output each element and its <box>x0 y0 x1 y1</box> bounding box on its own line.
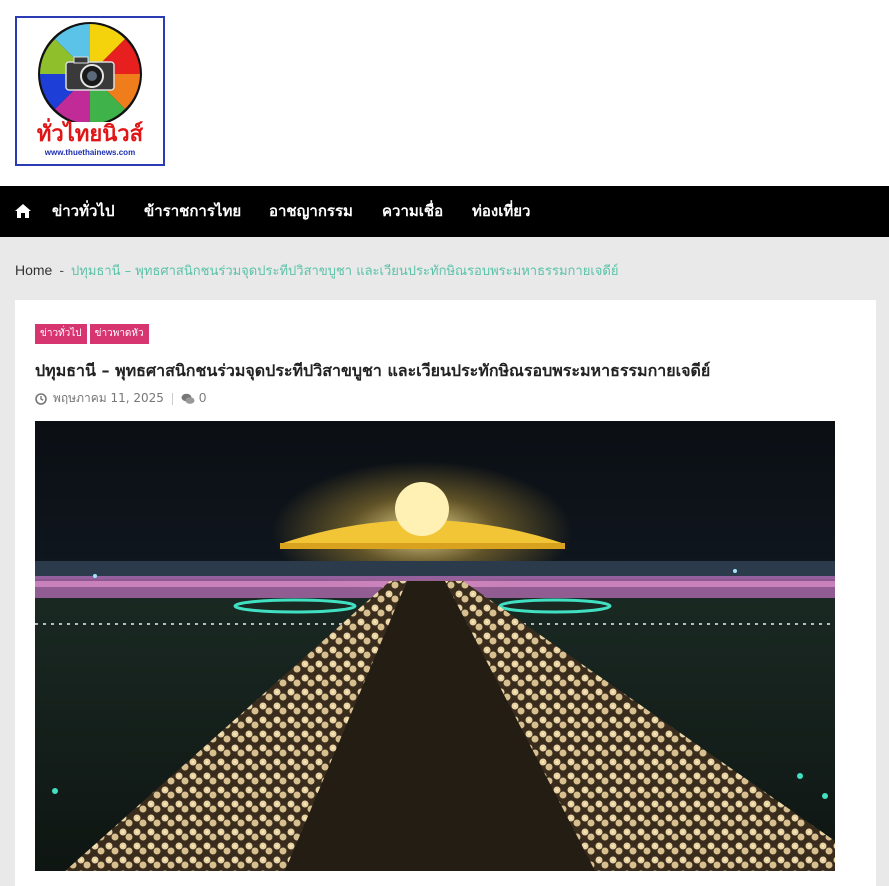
post-meta: พฤษภาคม 11, 2025 0 <box>35 389 206 407</box>
main-navigation: ข่าวทั่วไป ข้าราชการไทย อาชญากรรม ความเช… <box>0 186 889 237</box>
camera-aperture-logo-icon <box>38 22 142 122</box>
breadcrumb-home-link[interactable]: Home <box>15 262 52 278</box>
post-comment-count[interactable]: 0 <box>199 390 206 405</box>
breadcrumb: Home - ปทุมธานี – พุทธศาสนิกชนร่วมจุดประที… <box>15 260 618 280</box>
post-card: ข่าวทั่วไป ข่าวพาดหัว ปทุมธานี – พุทธศาสน… <box>15 300 876 886</box>
logo-url: www.thuethainews.com <box>44 148 136 157</box>
site-header: ทั่วไทยนิวส์ www.thuethainews.com <box>0 0 889 186</box>
nav-item-travel[interactable]: ท่องเที่ยว <box>472 186 530 237</box>
nav-item-general-news[interactable]: ข่าวทั่วไป <box>52 186 114 237</box>
site-logo[interactable]: ทั่วไทยนิวส์ www.thuethainews.com <box>15 16 165 166</box>
temple-ceremony-photo <box>35 421 835 871</box>
breadcrumb-separator: - <box>59 262 65 278</box>
nav-item-beliefs[interactable]: ความเชื่อ <box>382 186 443 237</box>
comments-icon <box>181 392 195 404</box>
featured-image[interactable] <box>35 421 835 871</box>
logo-caption: ทั่วไทยนิวส์ www.thuethainews.com <box>17 122 163 158</box>
nav-item-civil-servants[interactable]: ข้าราชการไทย <box>144 186 241 237</box>
post-date: พฤษภาคม 11, 2025 <box>53 391 164 405</box>
clock-icon <box>35 392 47 405</box>
post-title: ปทุมธานี – พุทธศาสนิกชนร่วมจุดประทีปวิสา… <box>35 361 711 380</box>
nav-item-crime[interactable]: อาชญากรรม <box>269 186 353 237</box>
tag-headline[interactable]: ข่าวพาดหัว <box>89 324 149 344</box>
breadcrumb-current: ปทุมธานี – พุทธศาสนิกชนร่วมจุดประทีปวิสา… <box>71 264 619 279</box>
meta-divider <box>171 392 173 405</box>
post-tags: ข่าวทั่วไป ข่าวพาดหัว <box>35 324 152 344</box>
logo-title: ทั่วไทยนิวส์ <box>36 122 144 147</box>
home-icon[interactable] <box>14 202 32 220</box>
tag-general-news[interactable]: ข่าวทั่วไป <box>35 324 87 344</box>
